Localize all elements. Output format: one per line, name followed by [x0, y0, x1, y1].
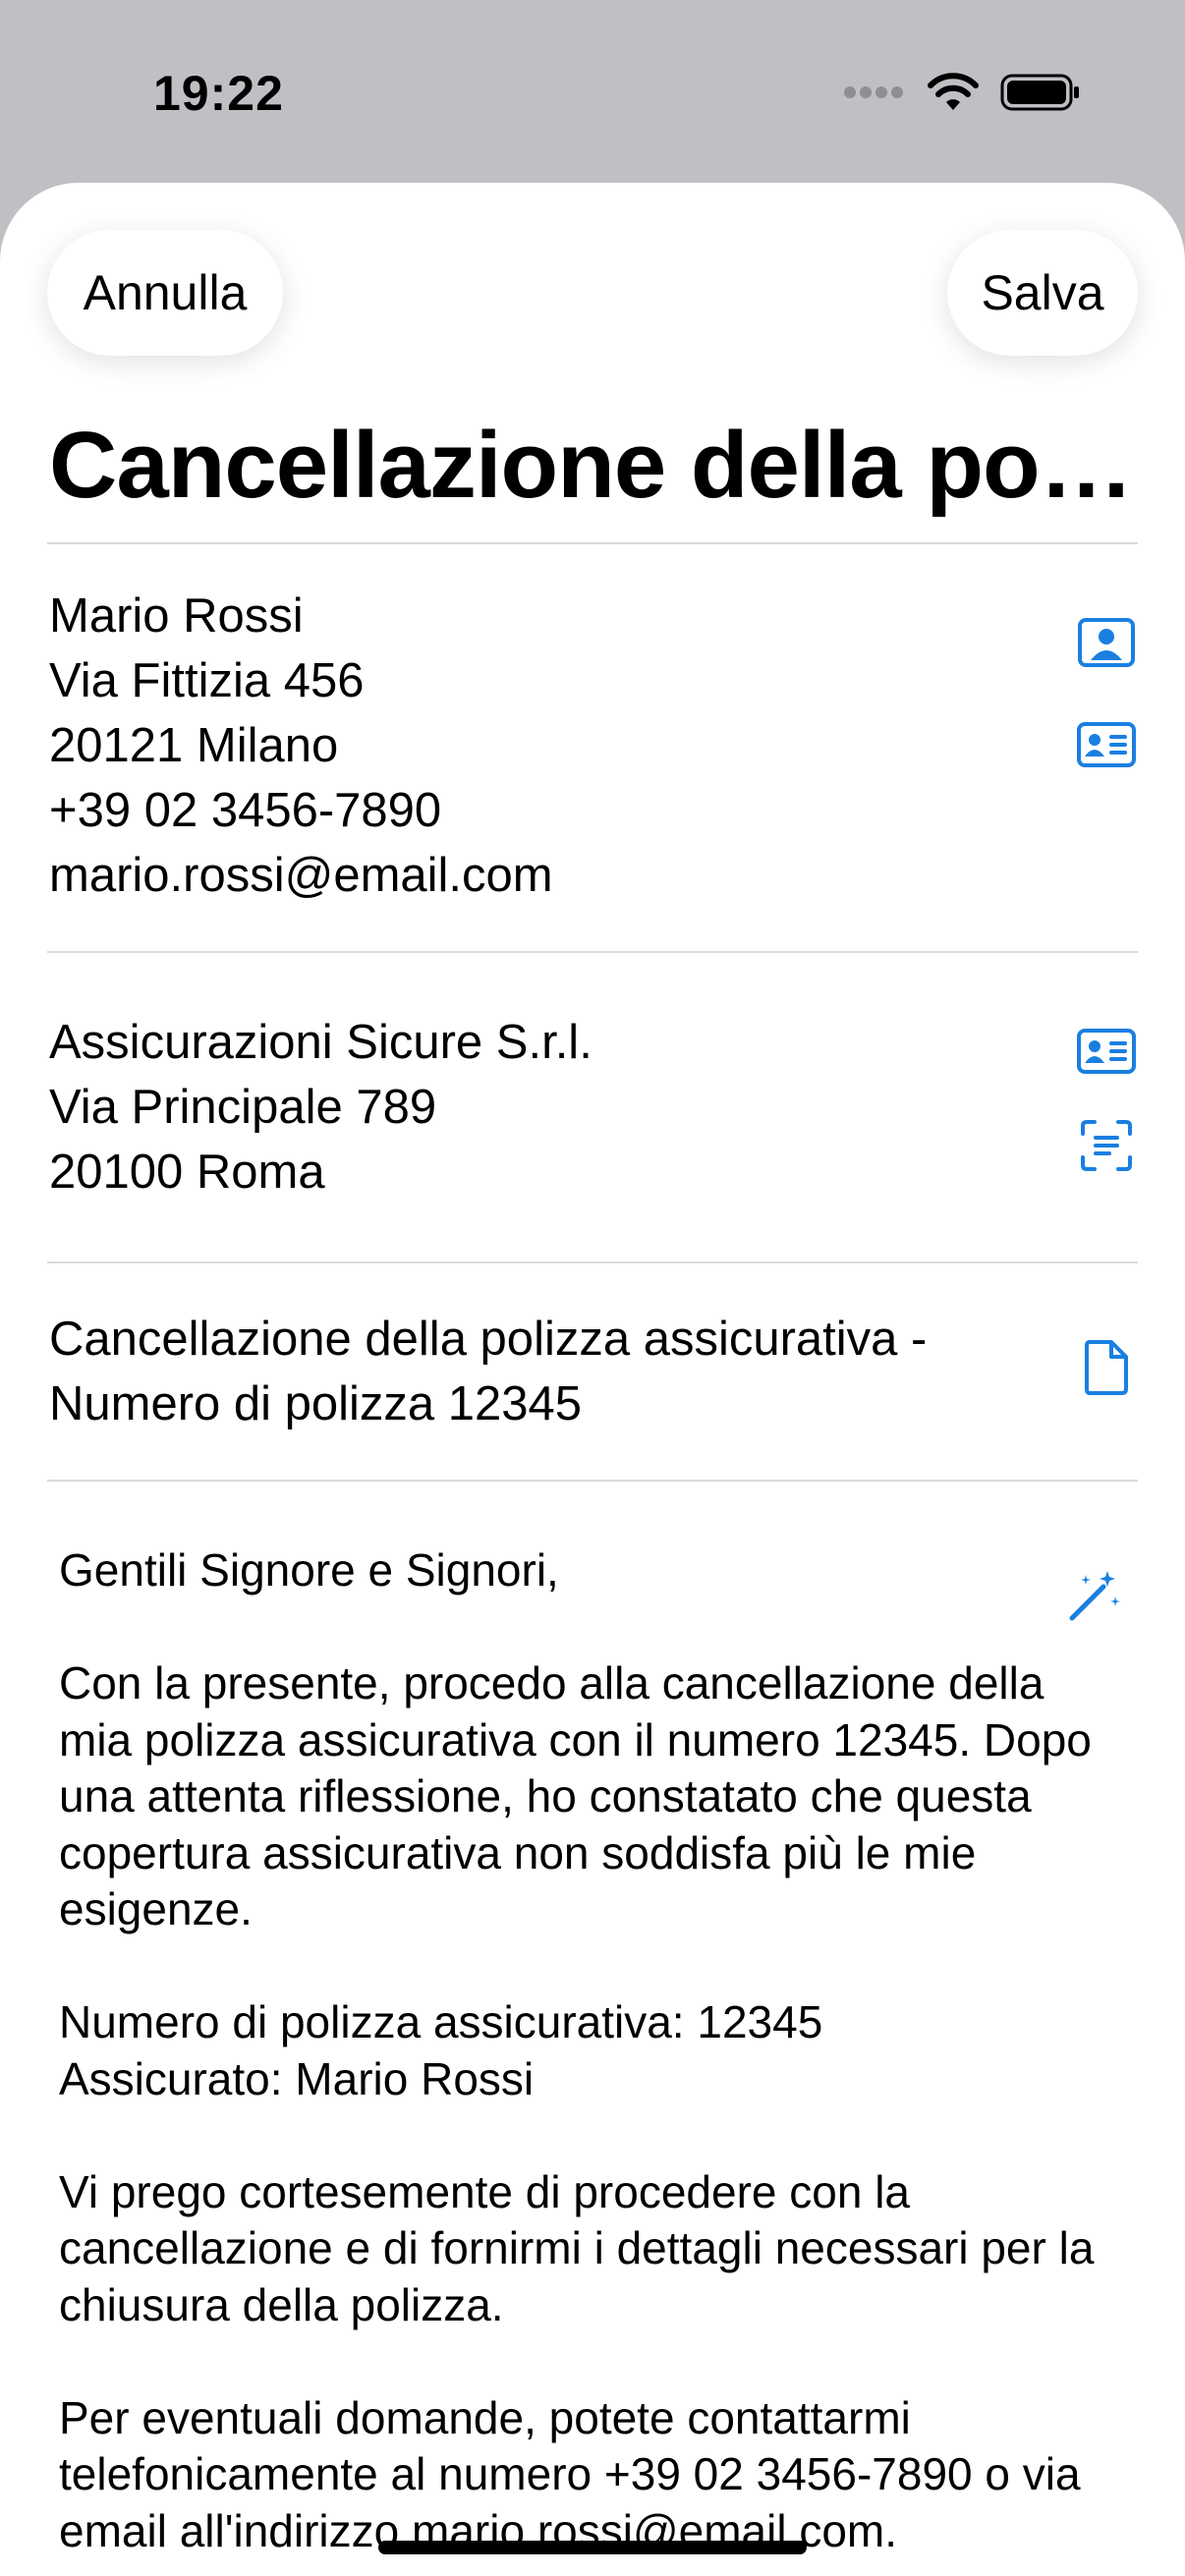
letter-title[interactable]: Cancellazione della polizza assicurativa… [49, 407, 1140, 525]
recipient-street: Via Principale 789 [49, 1081, 437, 1134]
subject-line-2: Numero di polizza 12345 [49, 1377, 583, 1430]
recipient-address[interactable]: Assicurazioni Sicure S.r.l. Via Principa… [49, 1010, 592, 1204]
contact-card-icon[interactable] [1075, 1020, 1138, 1083]
sender-phone: +39 02 3456-7890 [49, 784, 442, 837]
sender-name: Mario Rossi [49, 589, 304, 643]
sender-address[interactable]: Mario Rossi Via Fittizia 456 20121 Milan… [49, 584, 553, 908]
document-icon[interactable] [1075, 1336, 1138, 1399]
scan-text-icon[interactable] [1075, 1114, 1138, 1177]
divider [47, 1480, 1138, 1482]
sender-city: 20121 Milano [49, 719, 339, 772]
subject-line[interactable]: Cancellazione della polizza assicurativa… [49, 1307, 927, 1436]
home-indicator [378, 2541, 807, 2554]
status-bar: 19:22 [0, 0, 1185, 187]
divider [47, 542, 1138, 544]
sender-street: Via Fittizia 456 [49, 654, 365, 707]
divider [47, 1261, 1138, 1263]
signal-dots-icon [844, 86, 903, 98]
cancel-button[interactable]: Annulla [47, 230, 283, 356]
battery-icon [1000, 74, 1079, 111]
letter-body[interactable]: Gentili Signore e Signori, Con la presen… [59, 1542, 1120, 2559]
person-contact-icon[interactable] [1075, 611, 1138, 674]
compose-sheet: Annulla Salva Cancellazione della polizz… [0, 183, 1185, 2576]
recipient-city: 20100 Roma [49, 1146, 325, 1199]
sender-email: mario.rossi@email.com [49, 849, 553, 902]
save-button[interactable]: Salva [947, 230, 1138, 356]
divider [47, 951, 1138, 953]
contact-card-icon[interactable] [1075, 713, 1138, 776]
recipient-name: Assicurazioni Sicure S.r.l. [49, 1016, 592, 1069]
subject-line-1: Cancellazione della polizza assicurativa… [49, 1313, 928, 1366]
status-icons [843, 73, 1081, 112]
status-time: 19:22 [153, 66, 284, 121]
wifi-icon [928, 73, 979, 110]
